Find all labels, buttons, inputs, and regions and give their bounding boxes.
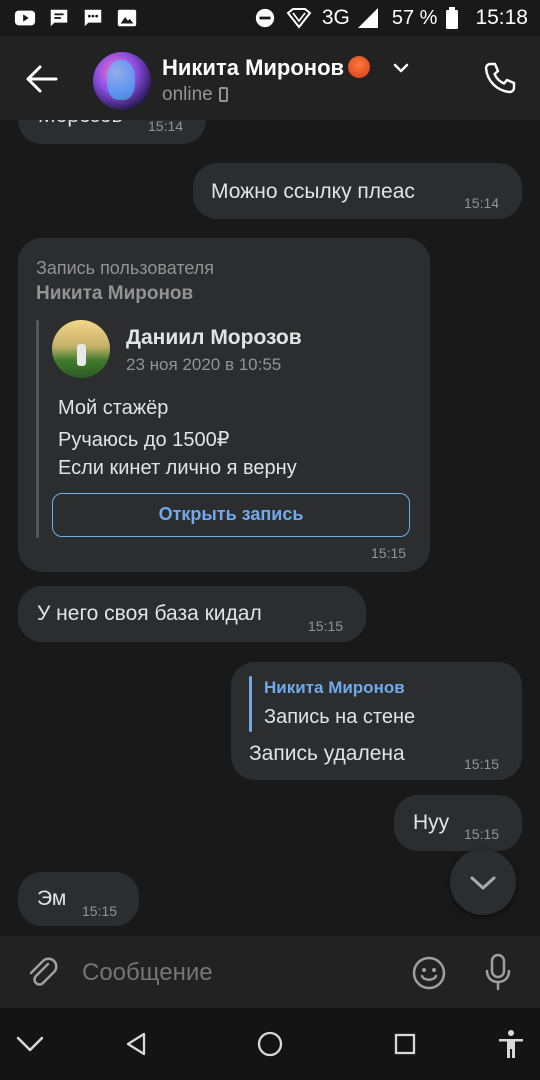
post-date: 23 ноя 2020 в 10:55 — [126, 355, 282, 374]
wifi-diamond-icon — [286, 8, 312, 29]
open-post-label: Открыть запись — [158, 504, 304, 524]
clock: 15:18 — [475, 6, 528, 29]
call-icon[interactable] — [482, 60, 518, 96]
accessibility-icon[interactable] — [496, 1028, 526, 1060]
signal-icon — [357, 8, 378, 28]
emoji-badge — [348, 56, 371, 78]
message-out-nuu[interactable]: Нуу 15:15 — [394, 795, 522, 851]
scroll-down-icon — [470, 876, 496, 890]
message-time: 15:14 — [148, 118, 184, 134]
scroll-down-button[interactable] — [450, 849, 516, 915]
avatar[interactable] — [93, 52, 151, 110]
message-text: Можно ссылку плеас — [211, 180, 415, 203]
contact-name[interactable]: Никита Миронов — [162, 55, 371, 81]
home-circle-icon[interactable] — [255, 1029, 285, 1059]
message-text: Нуу — [413, 811, 450, 834]
back-arrow-icon[interactable] — [24, 62, 60, 96]
image-icon — [117, 9, 137, 27]
microphone-icon[interactable] — [480, 952, 516, 992]
phone-small-icon — [218, 87, 228, 102]
message-composer — [0, 936, 540, 1008]
network-type: 3G — [321, 6, 350, 29]
wall-post-owner: Никита Миронов — [36, 283, 194, 304]
message-time: 15:15 — [371, 545, 407, 561]
message-icon — [50, 9, 68, 27]
post-line-2: Ручаюсь до 1500₽ — [58, 429, 230, 451]
wall-post-title: Запись пользователя — [36, 258, 215, 278]
post-line-1: Мой стажёр — [58, 397, 169, 419]
wall-post-quote-bar — [36, 320, 39, 538]
system-nav-bar — [0, 1008, 540, 1080]
contact-name-text: Никита Миронов — [162, 55, 345, 80]
chat-icon — [84, 9, 102, 27]
chevron-down-icon[interactable] — [392, 61, 410, 75]
message-out-reply[interactable]: Никита Миронов Запись на стене Запись уд… — [231, 662, 522, 780]
reply-text: Запись на стене — [264, 706, 416, 728]
battery-icon — [446, 7, 459, 29]
post-author-name[interactable]: Даниил Морозов — [126, 326, 302, 350]
message-time: 15:14 — [464, 195, 500, 211]
contact-status: online — [162, 84, 228, 106]
message-time: 15:15 — [464, 826, 500, 842]
collapse-chevron-icon[interactable] — [14, 1032, 46, 1056]
emoji-icon[interactable] — [410, 954, 448, 992]
battery-percent: 57 % — [391, 6, 438, 29]
message-in-scam-base[interactable]: У него своя база кидал 15:15 — [18, 586, 366, 642]
youtube-icon — [14, 10, 36, 26]
reply-author[interactable]: Никита Миронов — [264, 678, 405, 698]
recents-square-icon[interactable] — [392, 1031, 418, 1057]
message-in-wall-post[interactable]: Запись пользователя Никита Миронов Дании… — [18, 238, 430, 572]
contact-status-text: online — [162, 84, 213, 105]
attach-icon[interactable] — [24, 954, 60, 990]
post-line-3: Если кинет лично я верну — [58, 457, 297, 479]
message-text: Эм — [37, 887, 67, 910]
message-input[interactable] — [80, 952, 384, 994]
reply-quote-bar — [249, 676, 252, 732]
post-author-avatar — [52, 320, 110, 378]
open-post-button[interactable]: Открыть запись — [52, 493, 410, 537]
message-in-em[interactable]: Эм 15:15 — [18, 872, 139, 926]
message-time: 15:15 — [82, 903, 118, 919]
message-time: 15:15 — [308, 618, 344, 634]
message-text: Запись удалена — [249, 742, 405, 765]
dnd-icon — [255, 8, 274, 28]
status-bar: 3G 57 % 15:18 — [0, 0, 540, 36]
message-text: У него своя база кидал — [37, 602, 262, 625]
back-triangle-icon[interactable] — [122, 1030, 150, 1058]
message-time: 15:15 — [464, 756, 500, 772]
message-out-link-request[interactable]: Можно ссылку плеас 15:14 — [193, 163, 522, 219]
chat-header: Никита Миронов online — [0, 36, 540, 120]
